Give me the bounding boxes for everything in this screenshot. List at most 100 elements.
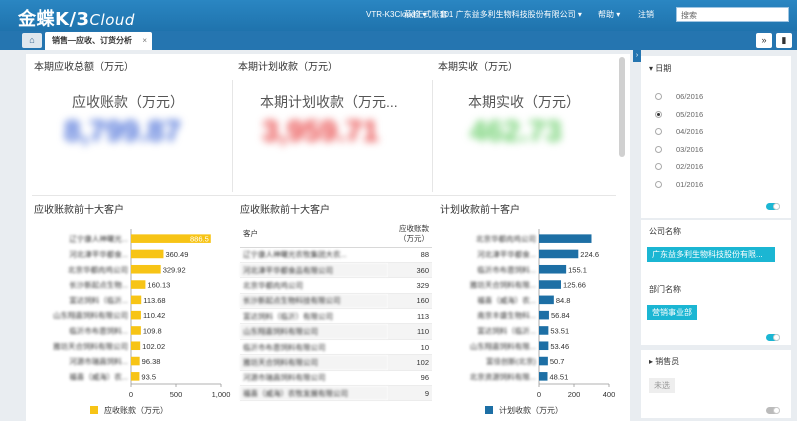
kpi-value-received: 462.73 <box>470 115 562 148</box>
vertical-scrollbar[interactable] <box>619 57 625 157</box>
home-icon: ⌂ <box>29 35 35 45</box>
x-tick-label: 0 <box>537 390 541 399</box>
data-label: 160.13 <box>147 281 170 290</box>
date-radio[interactable] <box>655 128 662 135</box>
category-label: 北京华都肉鸡公司 <box>68 264 128 274</box>
chart-title-receivable-top10: 应收账款前十大客户 <box>34 205 124 216</box>
expand-icon[interactable]: › <box>633 50 641 62</box>
cell-amount: 88 <box>388 247 432 263</box>
date-radio[interactable] <box>655 163 662 170</box>
x-tick-label: 200 <box>568 390 581 399</box>
table-row[interactable]: 富达饲料（临沂）有限公司 113 <box>240 308 432 325</box>
date-radio[interactable] <box>655 145 662 153</box>
x-tick-label: 0 <box>129 390 133 399</box>
chevron-right-icon: ▸ <box>649 357 654 366</box>
company-chip[interactable]: 广东益多利生物科技股份有限... <box>647 247 775 262</box>
data-label: 155.1 <box>568 265 587 274</box>
data-label: 53.46 <box>550 342 569 351</box>
bar <box>131 341 141 351</box>
category-label: 雅坊天合饲料有限公司 <box>53 341 128 351</box>
table-row[interactable]: 雅坊天合饲料有限公司 102 <box>240 354 432 371</box>
data-label: 113.68 <box>143 296 165 305</box>
dept-chip[interactable]: 营销事业部 <box>647 305 697 320</box>
table-row[interactable]: 临沂市布恩饲料有限公司 10 <box>240 339 432 356</box>
bar <box>131 280 146 289</box>
sales-filter-title[interactable]: ▸ 销售员 <box>649 356 679 367</box>
sales-chip[interactable]: 未选 <box>649 378 675 393</box>
date-option[interactable]: 02/2016 <box>676 162 703 171</box>
company-menu[interactable]: 101 广东益多利生物科技股份有限公司 ▾ <box>440 9 582 20</box>
category-label: 山东翔嘉饲料有限公司 <box>53 310 128 320</box>
cell-customer: 北京华都肉鸡公司 <box>240 277 388 294</box>
date-radio[interactable] <box>655 110 662 118</box>
cell-customer: 河北津平华都食品有限公司 <box>240 262 388 279</box>
category-label: 雅坊天合饲料有限... <box>470 280 536 290</box>
data-label: 48.51 <box>549 372 568 381</box>
chevron-down-icon: ▾ <box>616 10 621 19</box>
bar <box>539 280 561 289</box>
cell-customer: 富达饲料（临沂）有限公司 <box>240 308 388 325</box>
legend-receivable: 应收账款（万元） <box>90 405 168 416</box>
date-option[interactable]: 06/2016 <box>676 92 703 101</box>
bar <box>131 326 141 335</box>
table-row[interactable]: 长沙新起点生物科技有限公司 160 <box>240 293 432 310</box>
date-toggle[interactable] <box>766 203 780 210</box>
tab-sales-analysis[interactable]: 销售—应收、订货分析 × <box>45 32 152 50</box>
cell-amount: 329 <box>388 277 432 294</box>
bar <box>131 372 140 381</box>
cell-customer: 河源市瑞昌饲料有限公司 <box>240 370 388 387</box>
category-label: 南京丰盛生物科... <box>477 310 536 320</box>
data-label: 125.66 <box>563 281 586 290</box>
table-row[interactable]: 福喜（威海）农牧发展有限公司 9 <box>240 385 432 402</box>
logout-link[interactable]: 注销 <box>638 9 654 20</box>
kpi-label-planned: 本期计划收款（万元... <box>260 94 398 110</box>
search-input[interactable]: 搜索 <box>676 7 789 22</box>
bar <box>131 310 141 320</box>
bar <box>539 264 567 274</box>
date-option[interactable]: 03/2016 <box>676 145 703 154</box>
org-toggle[interactable] <box>766 334 780 341</box>
table-row[interactable]: 北京华都肉鸡公司 329 <box>240 277 432 294</box>
date-option[interactable]: 04/2016 <box>676 127 703 136</box>
data-label: 102.02 <box>142 342 165 351</box>
cell-amount: 360 <box>388 262 432 279</box>
legend-swatch <box>485 406 493 414</box>
home-tab[interactable]: ⌂ <box>22 33 42 48</box>
kpi-label-received: 本期实收（万元） <box>468 94 580 110</box>
bar <box>539 356 548 366</box>
cell-amount: 96 <box>388 370 432 387</box>
legend-planned: 计划收款（万元） <box>485 405 563 416</box>
data-label: 329.92 <box>163 265 186 274</box>
company-filter-title: 公司名称 <box>649 227 681 236</box>
table-row[interactable]: 山东翔嘉饲料有限公司 110 <box>240 323 432 340</box>
category-label: 富达饲料（临沂... <box>69 295 128 305</box>
table-row[interactable]: 河源市瑞昌饲料有限公司 96 <box>240 370 432 387</box>
menu-icon[interactable]: ▮ <box>776 33 792 48</box>
category-label: 富达饲料（临沂... <box>477 325 536 335</box>
cell-amount: 102 <box>388 354 432 371</box>
plot: 辽宁康人神曙光... 886.5 河北津平华都食... 360.49 北京华都肉鸡公司 3… <box>53 229 230 399</box>
bar <box>131 356 140 366</box>
date-option[interactable]: 05/2016 <box>676 110 703 119</box>
collapse-icon[interactable]: » <box>756 33 772 48</box>
org-menu[interactable]: 蔡脸 ▾ <box>404 9 426 20</box>
bar <box>539 295 554 305</box>
col-customer: 客户 <box>240 221 388 248</box>
date-filter-title[interactable]: ▾ 日期 <box>649 63 671 74</box>
date-radio[interactable] <box>655 93 662 100</box>
table-row[interactable]: 辽宁康人神曙光农牧集团大农... 88 <box>240 247 432 263</box>
bar-chart-receivable: 辽宁康人神曙光... 886.5 河北津平华都食... 360.49 北京华都肉鸡公司 3… <box>53 229 230 399</box>
close-icon[interactable]: × <box>142 32 147 50</box>
chart-title-planned-top10: 计划收款前十客户 <box>440 205 520 216</box>
company-filter <box>641 220 791 345</box>
data-label: 93.5 <box>141 372 156 381</box>
date-radio[interactable] <box>655 180 662 188</box>
cell-amount: 10 <box>388 339 432 356</box>
sales-toggle[interactable] <box>766 407 780 414</box>
kpi-value-planned: 3,959.71 <box>262 115 379 148</box>
divider <box>32 195 616 196</box>
kpi-value-receivable: 8,799.87 <box>64 115 181 148</box>
table-row[interactable]: 河北津平华都食品有限公司 360 <box>240 262 432 279</box>
help-menu[interactable]: 帮助 ▾ <box>598 9 620 20</box>
date-option[interactable]: 01/2016 <box>676 180 703 189</box>
